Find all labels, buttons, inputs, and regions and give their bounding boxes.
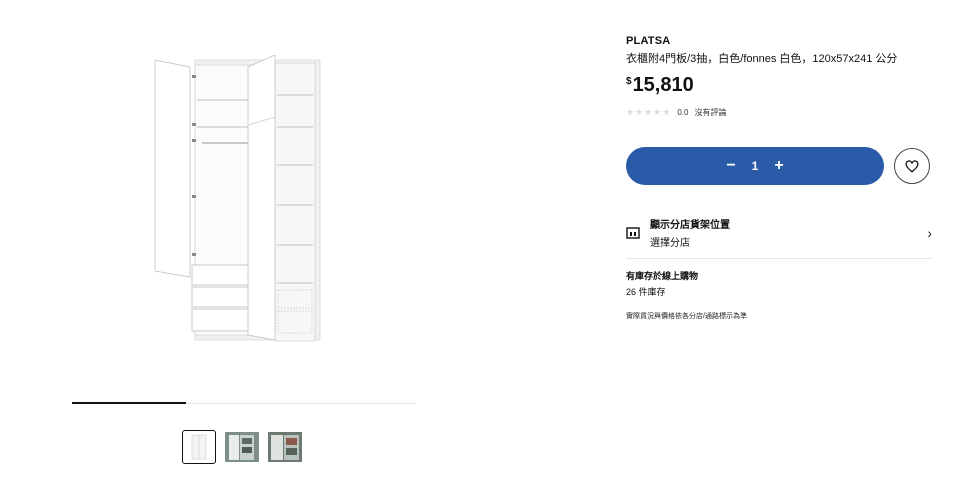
product-price: $ 15,810 <box>626 74 936 97</box>
stock-note: 實際貨況與價格依各分店/通路標示為準 <box>626 313 747 320</box>
stock-count: 26 件庫存 <box>626 287 666 297</box>
gallery-progress-fill <box>72 402 186 404</box>
product-main-image[interactable] <box>150 54 330 355</box>
thumbnail-wardrobe-room-2[interactable] <box>268 430 302 464</box>
product-description: 衣櫃附4門板/3抽，白色/fonnes 白色，120x57x241 公分 <box>626 53 898 65</box>
quantity-stepper: − 1 + <box>626 147 884 185</box>
store-location-row[interactable]: 顯示分店貨架位置 選擇分店 › <box>626 216 932 249</box>
thumbnail-list <box>182 430 302 464</box>
stock-title: 有庫存於線上購物 <box>626 271 699 281</box>
divider <box>626 258 932 259</box>
rating-value: 0.0 <box>677 108 689 117</box>
chevron-right-icon: › <box>927 224 932 241</box>
rating-text: 沒有評論 <box>694 108 727 117</box>
store-icon <box>626 226 640 239</box>
heart-icon <box>905 159 919 173</box>
rating-stars-icon: ★★★★★ <box>626 107 672 117</box>
gallery-progress-track <box>72 402 416 404</box>
stock-section: 有庫存於線上購物 26 件庫存 實際貨況與價格依各分店/通路標示為準 <box>626 269 747 321</box>
wishlist-button[interactable] <box>894 148 930 184</box>
cart-row: − 1 + <box>626 147 930 185</box>
rating[interactable]: ★★★★★ 0.0 沒有評論 <box>626 107 936 118</box>
increase-quantity-button[interactable]: + <box>774 157 783 175</box>
store-title: 顯示分店貨架位置 <box>650 220 730 231</box>
price-value: 15,810 <box>632 74 694 96</box>
thumbnail-wardrobe-room-1[interactable] <box>225 430 259 464</box>
decrease-quantity-button[interactable]: − <box>726 157 735 175</box>
product-name: PLATSA <box>626 35 671 47</box>
quantity-value: 1 <box>751 159 759 173</box>
store-subtitle: 選擇分店 <box>650 238 690 249</box>
price-currency: $ <box>626 76 632 87</box>
thumbnail-wardrobe-white[interactable] <box>182 430 216 464</box>
product-info: PLATSA 衣櫃附4門板/3抽，白色/fonnes 白色，120x57x241… <box>626 35 936 118</box>
